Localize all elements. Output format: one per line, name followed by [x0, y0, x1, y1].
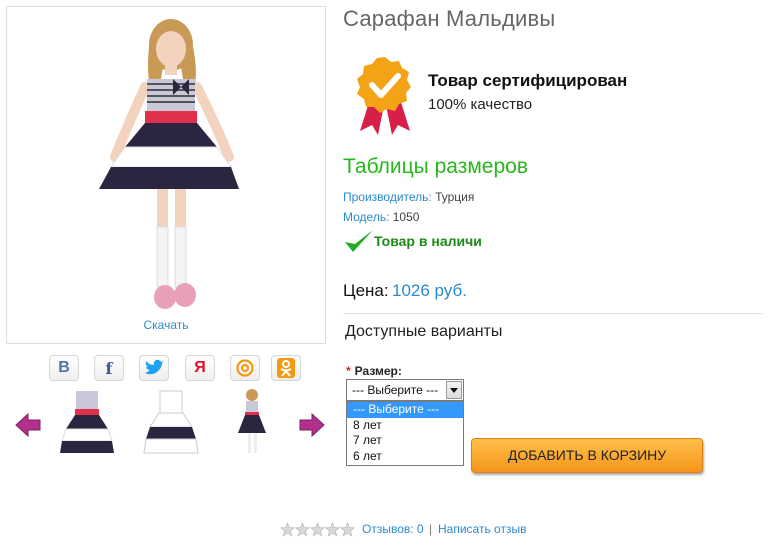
manufacturer-row: Производитель: Турция — [343, 190, 474, 204]
price-value: 1026 руб. — [392, 281, 467, 300]
size-select-value: --- Выберите --- — [352, 383, 439, 397]
star-rating-icon — [279, 522, 356, 537]
thumbnail-3[interactable] — [212, 385, 292, 465]
in-stock-checkmark-icon — [343, 228, 375, 259]
size-option[interactable]: 7 лет — [347, 433, 463, 449]
thumbnail-prev-arrow-icon[interactable] — [14, 412, 42, 438]
size-option[interactable]: --- Выберите --- — [347, 402, 463, 418]
divider — [343, 313, 763, 314]
write-review-link[interactable]: Написать отзыв — [438, 522, 526, 536]
fb-letter: f — [105, 358, 113, 378]
stock-status: Товар в наличи — [374, 233, 482, 249]
ya-letter: Я — [194, 359, 206, 376]
model-label: Модель: — [343, 210, 390, 224]
thumbnail-next-arrow-icon[interactable] — [298, 412, 326, 438]
vk-letter: В — [58, 359, 70, 376]
thumbnail-2[interactable] — [130, 385, 210, 465]
chevron-down-icon[interactable] — [446, 381, 462, 399]
options-heading: Доступные варианты — [345, 323, 503, 340]
certificate-title: Товар сертифицирован — [428, 71, 628, 90]
twitter-bird-shape — [145, 359, 164, 375]
size-option[interactable]: 6 лет — [347, 449, 463, 465]
manufacturer-label[interactable]: Производитель: — [343, 190, 432, 204]
size-table-link[interactable]: Таблицы размеров — [343, 155, 528, 179]
size-label-text: Размер: — [354, 364, 402, 378]
odnoklassniki-icon[interactable] — [271, 355, 301, 381]
size-dropdown-list[interactable]: --- Выберите --- 8 лет 7 лет 6 лет — [346, 401, 464, 466]
size-label: * Размер: — [346, 364, 402, 378]
required-mark: * — [346, 364, 351, 378]
reviews-count-link[interactable]: Отзывов: 0 — [362, 522, 424, 536]
ok-figure-shape — [277, 358, 295, 378]
download-image-link[interactable]: Скачать — [6, 318, 326, 332]
at-sign-shape — [236, 359, 254, 377]
thumbnail-1[interactable] — [46, 385, 126, 465]
facebook-icon[interactable]: f — [94, 355, 124, 381]
reviews-separator: | — [429, 522, 433, 536]
certificate-badge-icon — [352, 55, 418, 142]
size-option[interactable]: 8 лет — [347, 418, 463, 434]
mailru-icon[interactable] — [230, 355, 260, 381]
girl-in-dress-illustration — [99, 19, 239, 309]
yandex-icon[interactable]: Я — [185, 355, 215, 381]
add-to-cart-button[interactable]: ДОБАВИТЬ В КОРЗИНУ — [471, 438, 703, 473]
twitter-icon[interactable] — [139, 355, 169, 381]
model-row: Модель: 1050 — [343, 210, 419, 224]
model-value: 1050 — [392, 210, 420, 224]
product-title: Сарафан Мальдивы — [343, 6, 556, 31]
rating-stars — [279, 522, 356, 543]
product-main-image[interactable] — [6, 6, 326, 344]
vkontakte-icon[interactable]: В — [49, 355, 79, 381]
price-label: Цена: — [343, 281, 389, 300]
certificate-subtitle: 100% качество — [428, 96, 533, 113]
size-select[interactable]: --- Выберите --- — [346, 379, 464, 401]
manufacturer-value: Турция — [435, 190, 475, 204]
